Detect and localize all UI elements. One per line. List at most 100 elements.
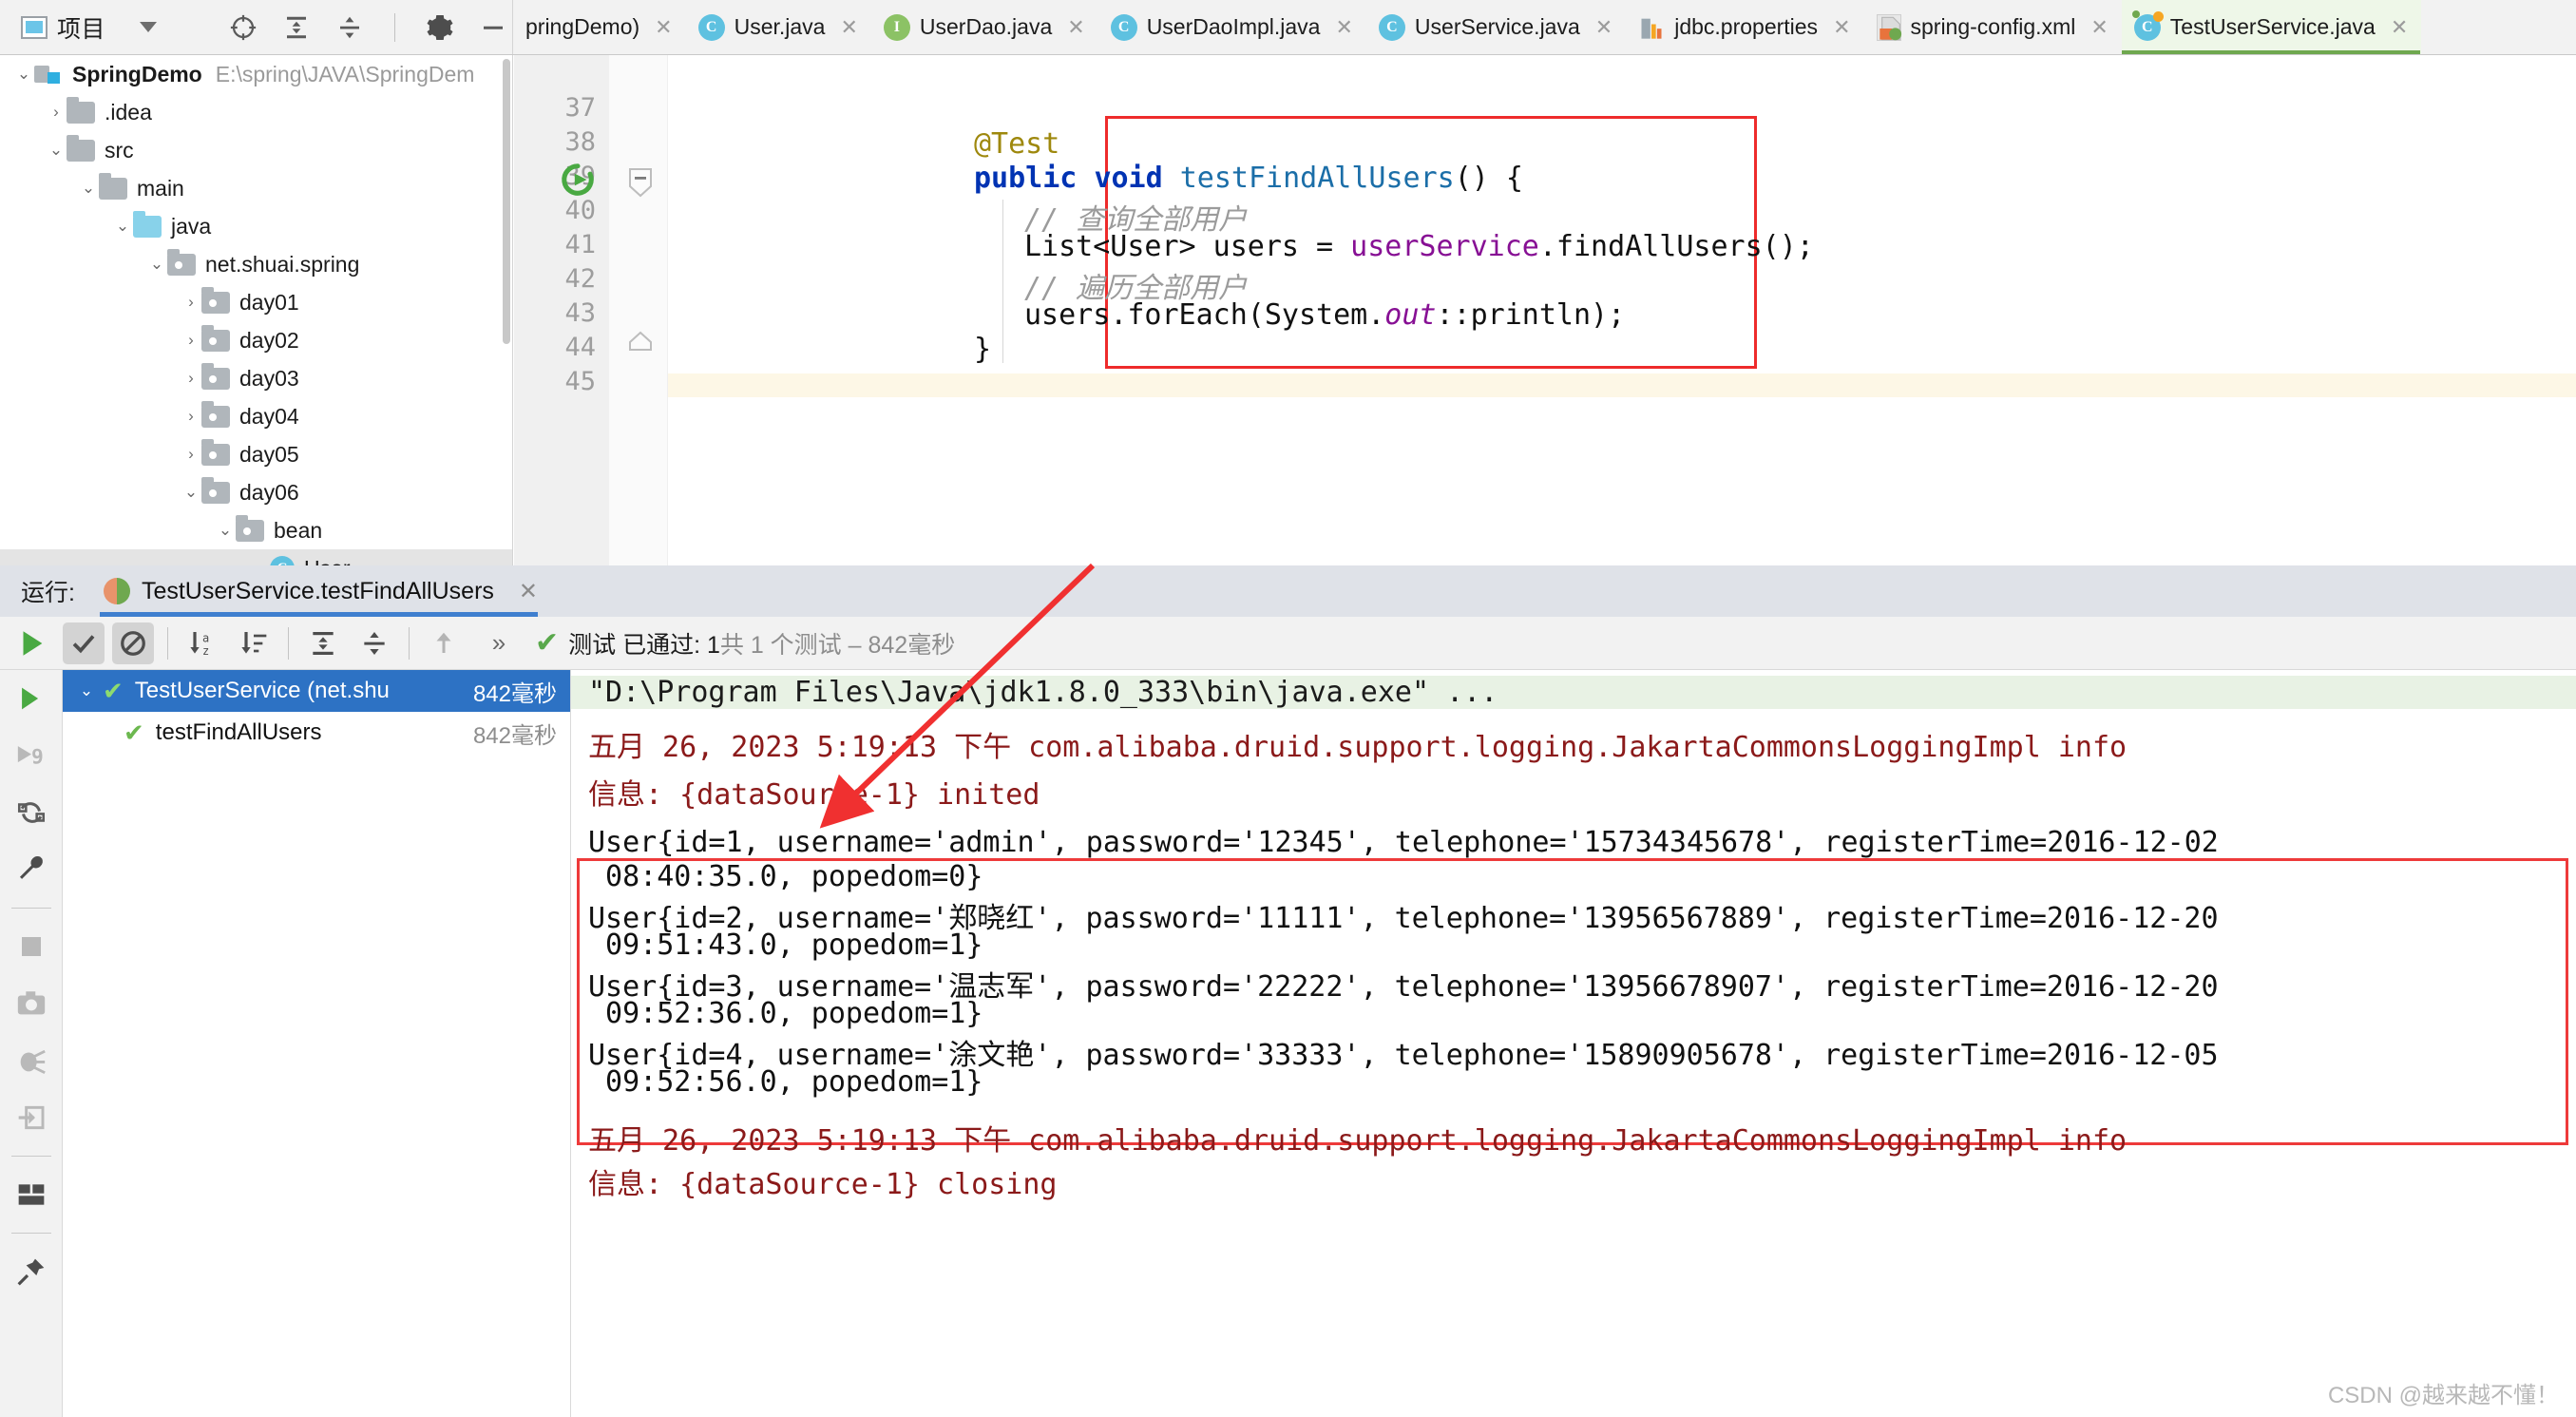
collapse-all-icon[interactable] [353, 622, 395, 664]
close-icon[interactable]: ✕ [2090, 15, 2108, 40]
tree-row-main[interactable]: ⌄ main [0, 169, 512, 207]
test-results-tree[interactable]: ⌄ ✔ TestUserService (net.shu 842毫秒 ✔ tes… [63, 670, 571, 1417]
tree-row-src[interactable]: ⌄ src [0, 131, 512, 169]
collapse-all-icon[interactable] [335, 13, 364, 42]
minimize-icon[interactable] [479, 13, 507, 42]
editor-tab-7[interactable]: C TestUserService.java ✕ [2121, 0, 2422, 54]
rerun-button[interactable] [0, 627, 63, 660]
tree-row-day01[interactable]: › day01 [0, 283, 512, 321]
project-tree[interactable]: ⌄ SpringDemo E:\spring\JAVA\SpringDem › … [0, 55, 513, 565]
chevron-right-icon[interactable]: › [181, 369, 201, 388]
chevron-down-icon[interactable]: ⌄ [146, 255, 167, 274]
editor-tab-4[interactable]: C UserService.java ✕ [1366, 0, 1626, 54]
tree-row-day05[interactable]: › day05 [0, 435, 512, 473]
chevron-down-icon[interactable] [140, 22, 158, 32]
close-icon[interactable]: ✕ [1335, 15, 1352, 40]
tree-row-java[interactable]: ⌄ java [0, 207, 512, 245]
toggle-auto-test-icon[interactable] [12, 794, 50, 832]
chevron-down-icon[interactable]: ⌄ [78, 179, 99, 198]
editor-tab-0[interactable]: pringDemo) ✕ [513, 0, 686, 54]
test-tree-row-method[interactable]: ✔ testFindAllUsers 842毫秒 [63, 712, 570, 754]
chevron-down-icon[interactable]: ⌄ [215, 521, 236, 540]
chevron-right-icon[interactable]: › [181, 445, 201, 464]
code-line-39: public void testFindAllUsers() { [974, 162, 1523, 195]
close-icon[interactable]: ✕ [2391, 15, 2408, 40]
line-number: 44 [564, 333, 596, 362]
close-icon[interactable]: ✕ [1833, 15, 1850, 40]
chevron-down-icon[interactable]: ⌄ [13, 65, 34, 84]
code-text-area[interactable]: @Test public void testFindAllUsers() { /… [668, 55, 2576, 565]
editor-fold-column[interactable] [609, 55, 668, 565]
close-icon[interactable]: ✕ [1595, 15, 1612, 40]
layout-icon[interactable] [12, 1176, 50, 1214]
console-user-row-2-line-2: 09:51:43.0, popedom=1} [588, 929, 983, 962]
close-icon[interactable]: ✕ [840, 15, 857, 40]
tree-row-springdemo[interactable]: ⌄ SpringDemo E:\spring\JAVA\SpringDem [0, 55, 512, 93]
expand-all-icon[interactable] [302, 622, 344, 664]
chevron-down-icon[interactable]: ⌄ [112, 217, 133, 236]
close-icon[interactable]: ✕ [1067, 15, 1084, 40]
editor-tab-6[interactable]: spring-config.xml ✕ [1864, 0, 2122, 54]
run-test-icon[interactable] [560, 162, 594, 196]
gear-icon[interactable] [426, 13, 454, 42]
chevron-down-icon[interactable]: ⌄ [76, 681, 97, 700]
hide-ignored-icon[interactable] [112, 622, 154, 664]
svg-text:a: a [202, 631, 209, 644]
chevron-right-icon[interactable]: › [181, 407, 201, 426]
sort-duration-icon[interactable] [233, 622, 275, 664]
editor-tab-3[interactable]: C UserDaoImpl.java ✕ [1098, 0, 1366, 54]
tree-row-day02[interactable]: › day02 [0, 321, 512, 359]
console-output[interactable]: "D:\Program Files\Java\jdk1.8.0_333\bin\… [571, 670, 2576, 1417]
editor-tab-1[interactable]: C User.java ✕ [686, 0, 871, 54]
fold-minus-icon[interactable] [628, 167, 653, 202]
tree-label: main [137, 175, 184, 201]
tree-scrollbar[interactable] [503, 59, 510, 344]
line-number: 38 [564, 127, 596, 157]
line-number: 40 [564, 196, 596, 225]
chevron-down-icon[interactable]: ⌄ [181, 483, 201, 502]
expand-all-icon[interactable] [282, 13, 311, 42]
tree-row-bean[interactable]: ⌄ bean [0, 511, 512, 549]
close-icon[interactable]: ✕ [655, 15, 672, 40]
tree-row-day03[interactable]: › day03 [0, 359, 512, 397]
export-icon[interactable] [12, 1099, 50, 1137]
close-icon[interactable]: ✕ [519, 578, 538, 605]
chevron-right-icon[interactable]: › [181, 293, 201, 312]
code-editor[interactable]: 37 38 39 40 41 42 43 44 45 @Test public … [514, 55, 2576, 565]
test-tree-label: TestUserService (net.shu [134, 678, 390, 703]
editor-highlight-strip [668, 373, 2576, 397]
settings-wrench-icon[interactable] [12, 851, 50, 889]
editor-tab-label: UserDao.java [919, 14, 1053, 39]
show-passed-icon[interactable] [63, 622, 105, 664]
tree-label: day02 [239, 327, 299, 353]
run-configuration-tab[interactable]: TestUserService.testFindAllUsers ✕ [99, 565, 539, 617]
prev-occurrence-icon[interactable] [423, 622, 465, 664]
sort-alpha-icon[interactable]: az [181, 622, 223, 664]
stop-icon[interactable] [12, 928, 50, 966]
project-tool-header[interactable]: 项目 [0, 0, 513, 54]
editor-gutter[interactable]: 37 38 39 40 41 42 43 44 45 [514, 55, 609, 565]
pin-icon[interactable] [12, 1253, 50, 1291]
more-icon[interactable]: » [478, 622, 520, 664]
tree-label: day03 [239, 365, 299, 391]
locate-icon[interactable] [229, 13, 258, 42]
chevron-right-icon[interactable]: › [46, 103, 67, 122]
tree-row-idea[interactable]: › .idea [0, 93, 512, 131]
editor-tab-5[interactable]: jdbc.properties ✕ [1626, 0, 1863, 54]
tree-row-user[interactable]: · C User [0, 549, 512, 565]
test-tree-row-suite[interactable]: ⌄ ✔ TestUserService (net.shu 842毫秒 [63, 670, 570, 712]
rerun-failed-icon[interactable]: 9 [12, 737, 50, 775]
chevron-right-icon[interactable]: › [181, 331, 201, 350]
chevron-down-icon[interactable]: ⌄ [46, 141, 67, 160]
run-side-toolbar: 9 [0, 670, 63, 1417]
tree-row-package[interactable]: ⌄ net.shuai.spring [0, 245, 512, 283]
tree-label: java [171, 213, 212, 239]
screenshot-icon[interactable] [12, 985, 50, 1023]
tree-row-day06[interactable]: ⌄ day06 [0, 473, 512, 511]
rerun-icon[interactable] [12, 680, 50, 718]
editor-tab-label: User.java [734, 14, 826, 39]
debug-icon[interactable] [12, 1042, 50, 1080]
tree-row-day04[interactable]: › day04 [0, 397, 512, 435]
editor-tab-2[interactable]: I UserDao.java ✕ [871, 0, 1098, 54]
fold-end-icon[interactable] [628, 331, 653, 356]
